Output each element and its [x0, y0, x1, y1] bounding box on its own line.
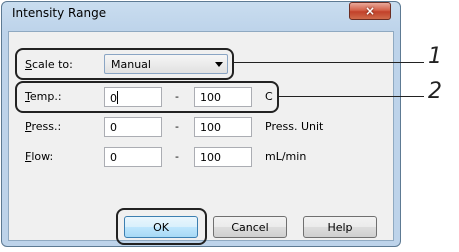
press-to-value: 100 — [200, 121, 221, 134]
flow-from-value: 0 — [110, 151, 117, 164]
press-range-separator: - — [175, 120, 179, 133]
close-button[interactable]: × — [349, 2, 391, 20]
close-icon: × — [364, 4, 376, 18]
press-label: Press.: — [25, 120, 61, 133]
callout-box-ok — [116, 208, 207, 245]
flow-unit: mL/min — [265, 150, 307, 163]
press-from-value: 0 — [110, 121, 117, 134]
press-to-input[interactable]: 100 — [194, 117, 252, 137]
press-from-input[interactable]: 0 — [104, 117, 162, 137]
flow-label: Flow: — [25, 150, 53, 163]
flow-to-input[interactable]: 100 — [194, 147, 252, 167]
press-unit: Press. Unit — [265, 120, 324, 133]
callout-leader-2 — [279, 96, 424, 97]
press-label-text: Press.: — [25, 120, 62, 133]
flow-range-separator: - — [175, 150, 179, 163]
flow-label-text: Flow: — [25, 150, 54, 163]
callout-box-1 — [15, 48, 234, 80]
window-title: Intensity Range — [12, 6, 107, 20]
flow-from-input[interactable]: 0 — [104, 147, 162, 167]
callout-number-1: 1 — [428, 44, 442, 69]
callout-number-2: 2 — [428, 79, 442, 104]
callout-box-2 — [15, 81, 279, 113]
help-button[interactable]: Help — [303, 216, 377, 238]
cancel-button[interactable]: Cancel — [213, 216, 287, 238]
callout-leader-1 — [234, 62, 424, 63]
flow-to-value: 100 — [200, 151, 221, 164]
